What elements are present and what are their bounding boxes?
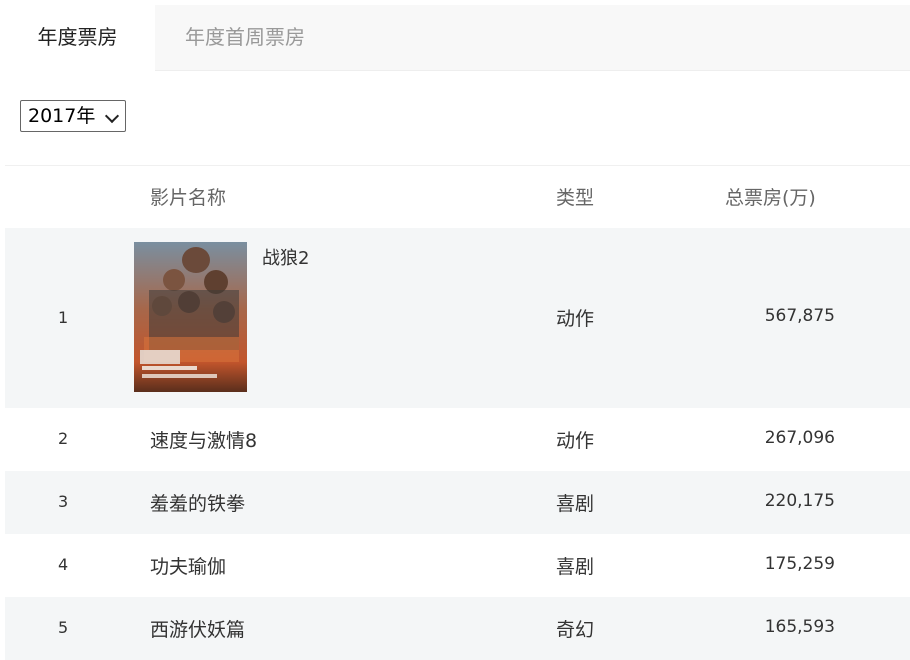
rank-cell: 3 (58, 492, 69, 511)
tab-annual-first-week-box-office[interactable]: 年度首周票房 (155, 5, 335, 70)
film-name-cell[interactable]: 战狼2 (262, 244, 309, 270)
genre-cell: 喜剧 (556, 493, 595, 515)
film-name-cell[interactable]: 西游伏妖篇 (150, 615, 245, 642)
table-row[interactable]: 2 速度与激情8 动作 267,096 (5, 408, 910, 471)
gross-cell: 165,593 (764, 617, 835, 637)
gross-cell: 175,259 (764, 554, 835, 574)
tab-annual-box-office[interactable]: 年度票房 (0, 5, 155, 71)
genre-cell: 动作 (556, 308, 595, 330)
movie-poster-image[interactable] (134, 242, 247, 392)
table-row[interactable]: 5 西游伏妖篇 奇幻 165,593 (5, 597, 910, 660)
header-genre: 类型 (556, 187, 595, 209)
chevron-down-icon (104, 108, 120, 124)
year-select-value: 2017年 (28, 105, 96, 127)
gross-cell: 220,175 (764, 491, 835, 511)
table-header: 影片名称 类型 总票房(万) (5, 165, 910, 228)
film-name-cell[interactable]: 功夫瑜伽 (150, 552, 226, 579)
box-office-table: 影片名称 类型 总票房(万) 1 战狼2 动作 567,875 2 速度与激情8… (5, 165, 910, 660)
film-name-cell[interactable]: 速度与激情8 (150, 426, 257, 453)
rank-cell: 4 (58, 555, 69, 574)
rank-cell: 2 (58, 429, 69, 448)
gross-cell: 567,875 (764, 306, 835, 326)
rank-cell: 5 (58, 618, 69, 637)
rank-cell: 1 (58, 308, 69, 327)
genre-cell: 喜剧 (556, 556, 595, 578)
tab-bar: 年度票房 年度首周票房 (0, 5, 910, 71)
header-total-gross: 总票房(万) (725, 187, 816, 209)
film-name-cell[interactable]: 羞羞的铁拳 (150, 489, 245, 516)
table-row[interactable]: 1 战狼2 动作 567,875 (5, 228, 910, 408)
gross-cell: 267,096 (764, 428, 835, 448)
year-select[interactable]: 2017年 (20, 100, 126, 132)
genre-cell: 动作 (556, 430, 595, 452)
table-row[interactable]: 4 功夫瑜伽 喜剧 175,259 (5, 534, 910, 597)
header-film-name: 影片名称 (150, 187, 227, 209)
genre-cell: 奇幻 (556, 619, 595, 641)
table-row[interactable]: 3 羞羞的铁拳 喜剧 220,175 (5, 471, 910, 534)
